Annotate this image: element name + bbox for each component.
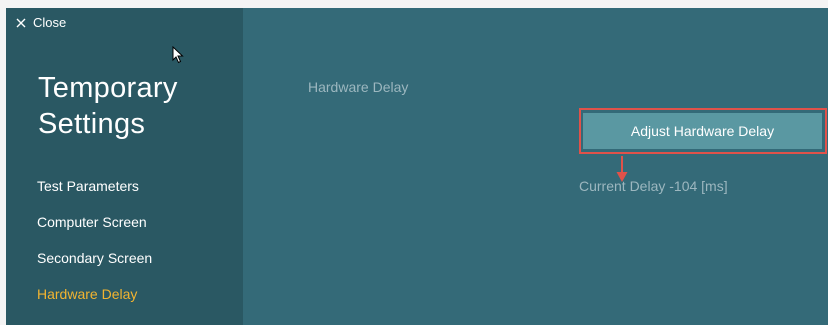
section-label: Hardware Delay bbox=[308, 79, 409, 95]
sidebar-nav: Test Parameters Computer Screen Secondar… bbox=[37, 174, 152, 318]
settings-window: Close Temporary Settings Test Parameters… bbox=[6, 8, 828, 325]
close-button[interactable]: Close bbox=[16, 15, 66, 30]
sidebar-item-secondary-screen[interactable]: Secondary Screen bbox=[37, 246, 152, 282]
adjust-hardware-delay-button[interactable]: Adjust Hardware Delay bbox=[583, 113, 822, 149]
current-delay-text: Current Delay -104 [ms] bbox=[579, 178, 728, 194]
sidebar-item-computer-screen[interactable]: Computer Screen bbox=[37, 210, 152, 246]
sidebar-item-hardware-delay[interactable]: Hardware Delay bbox=[37, 282, 152, 318]
page-title-line-2: Settings bbox=[38, 108, 146, 140]
page-title-line-1: Temporary bbox=[38, 72, 178, 104]
mouse-pointer-icon bbox=[172, 45, 184, 69]
close-label: Close bbox=[33, 15, 67, 30]
sidebar: Close Temporary Settings Test Parameters… bbox=[6, 8, 243, 325]
page-title: Temporary Settings bbox=[38, 70, 238, 142]
close-icon bbox=[16, 18, 26, 28]
sidebar-item-test-parameters[interactable]: Test Parameters bbox=[37, 174, 152, 210]
